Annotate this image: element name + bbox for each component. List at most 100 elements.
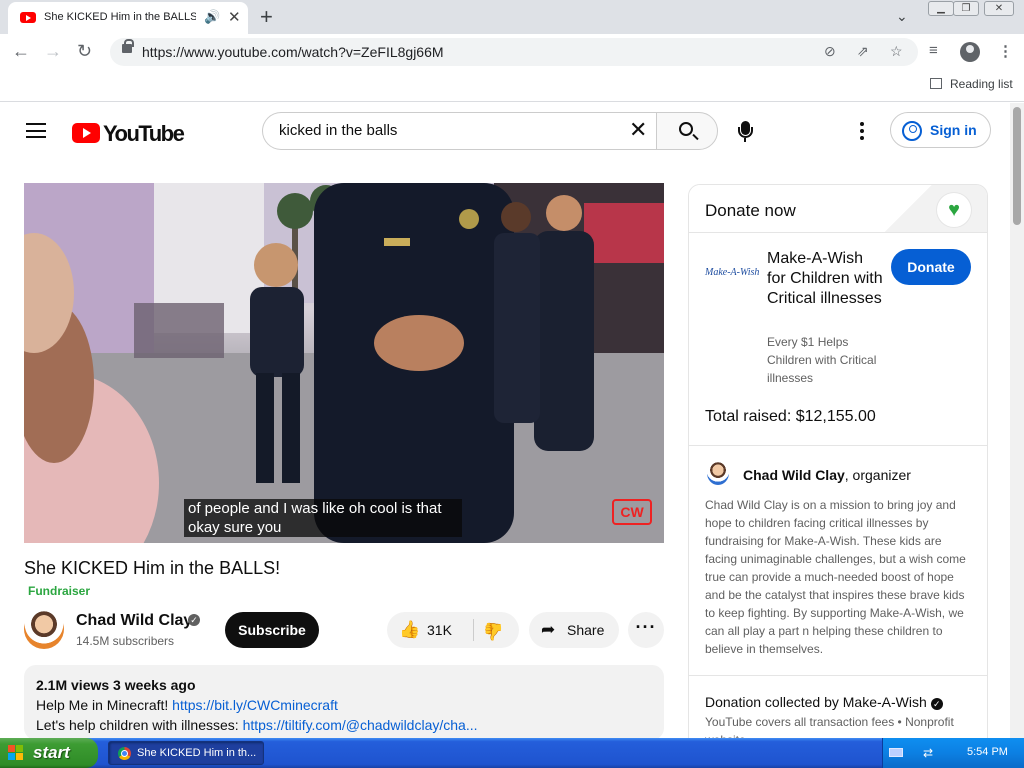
reading-list-icon [930,78,942,89]
video-description[interactable]: 2.1M views 3 weeks ago Help Me in Minecr… [24,665,664,740]
new-tab-icon[interactable]: + [260,4,273,30]
system-tray: ⇄ 5:54 PM [882,738,1024,768]
organizer-name: Chad Wild Clay [743,467,845,483]
like-divider [473,619,474,641]
share-button[interactable]: ➦ Share [529,612,619,648]
account-circle-icon [902,121,922,141]
verified-check-icon: ✓ [930,698,943,710]
fundraiser-badge[interactable]: Fundraiser [28,584,90,598]
fees-note: YouTube covers all transaction fees • No… [705,715,954,729]
fundraiser-story: Chad Wild Clay is on a mission to bring … [705,498,966,656]
youtube-play-icon [72,123,100,143]
donate-button[interactable]: Donate [891,249,971,285]
sign-in-label: Sign in [930,122,977,138]
description-text-2: Let's help children with illnesses: [36,717,243,733]
taskbar-window-title: She KICKED Him in th... [137,747,257,759]
browser-tab-strip: She KICKED Him in the BALLS! 🔊 ✕ + ⌄ ▁ ❐… [0,0,1024,34]
eye-slash-icon[interactable]: ⊘ [824,43,836,60]
youtube-wordmark: YouTube [103,121,185,146]
divider [689,675,987,676]
total-raised: Total raised: $12,155.00 [705,408,876,425]
organizer-suffix: , organizer [844,467,911,483]
lock-icon[interactable] [122,39,134,53]
address-bar[interactable]: https://www.youtube.com/watch?v=ZeFIL8gj… [110,38,918,66]
close-tab-icon[interactable]: ✕ [228,8,241,26]
bookmarks-bar: Reading list [0,70,1024,102]
bookmark-star-icon[interactable]: ☆ [890,43,903,60]
page-scrollbar[interactable] [1010,103,1024,738]
subscribe-button[interactable]: Subscribe [225,612,319,648]
profile-avatar-icon[interactable] [960,42,980,62]
sign-in-button[interactable]: Sign in [890,112,991,148]
youtube-masthead: YouTube kicked in the balls ✕ Sign in [0,103,1010,159]
caption-line-1: of people and I was like oh cool is that [188,500,442,517]
share-label: Share [567,622,605,638]
youtube-favicon-icon [20,12,36,23]
channel-avatar[interactable] [24,609,64,649]
start-button[interactable]: start [0,738,98,768]
keyboard-icon[interactable] [889,748,903,757]
description-line-1: Help Me in Minecraft! https://bit.ly/CWC… [36,697,338,713]
tiltify-link[interactable]: https://tiltify.com/@chadwildclay/cha... [243,717,478,733]
search-input[interactable]: kicked in the balls ✕ [262,112,656,150]
collected-by-text: Donation collected by Make-A-Wish [705,694,927,710]
network-icon[interactable]: ⇄ [923,746,945,760]
clear-search-icon[interactable]: ✕ [629,117,647,143]
close-window-icon[interactable]: ✕ [984,1,1014,16]
reading-list-label: Reading list [950,77,1013,91]
minecraft-link[interactable]: https://bit.ly/CWCminecraft [172,697,338,713]
chrome-icon [118,747,131,760]
donation-panel: Donate now ♥ Make-A-Wish Make-A-Wish for… [688,184,988,740]
charity-heart-icon: ♥ [937,193,971,227]
donation-header: Donate now ♥ [689,185,987,233]
search-icon [679,122,693,136]
taskbar-chrome-window[interactable]: She KICKED Him in th... [108,741,264,765]
video-frame [24,183,664,543]
url-text[interactable]: https://www.youtube.com/watch?v=ZeFIL8gj… [142,44,444,60]
dislike-thumb-icon[interactable]: 👍 [483,621,504,641]
share-arrow-icon: ➦ [541,620,556,639]
caption-line-2: okay sure you [188,519,282,536]
like-dislike-group: 👍 31K 👍 [387,612,519,648]
video-title: She KICKED Him in the BALLS! [24,558,281,578]
more-actions-icon[interactable]: ··· [628,612,664,648]
video-player[interactable]: of people and I was like oh cool is that… [24,183,664,543]
settings-more-icon[interactable] [860,122,864,143]
windows-flag-icon [8,745,24,761]
donate-now-heading: Donate now [705,201,796,220]
search-query-text[interactable]: kicked in the balls [279,122,397,139]
organizer-avatar [707,461,729,485]
reading-list-button[interactable]: Reading list [930,77,1013,91]
scrollbar-thumb[interactable] [1013,107,1021,225]
like-thumb-icon[interactable]: 👍 [399,620,420,640]
tab-title: She KICKED Him in the BALLS! [44,11,196,23]
browser-toolbar: ← → ↻ https://www.youtube.com/watch?v=Ze… [0,34,1024,70]
divider [689,445,987,446]
chrome-menu-icon[interactable]: ⋮ [998,42,1013,60]
speaker-icon[interactable]: 🔊 [204,9,220,25]
channel-watermark-logo[interactable]: CW [612,499,652,525]
channel-name[interactable]: Chad Wild Clay [76,612,192,630]
restore-window-icon[interactable]: ❐ [953,1,979,16]
reload-icon[interactable]: ↻ [77,41,92,62]
description-line-2: Let's help children with illnesses: http… [36,717,478,733]
verified-check-icon: ✓ [188,614,200,626]
clock[interactable]: 5:54 PM [967,746,1008,758]
views-and-date: 2.1M views 3 weeks ago [36,677,196,693]
search-button[interactable] [656,112,718,150]
like-count[interactable]: 31K [427,622,452,638]
forward-arrow-icon[interactable]: → [44,41,62,62]
collected-by-line: Donation collected by Make-A-Wish ✓ [705,694,943,710]
media-control-icon[interactable]: ≡ [929,42,938,59]
make-a-wish-logo: Make-A-Wish [705,267,760,278]
subscriber-count: 14.5M subscribers [76,634,175,648]
minimize-window-icon[interactable]: ▁ [928,1,954,16]
share-page-icon[interactable]: ⇗ [857,43,869,60]
hamburger-menu-icon[interactable] [26,123,46,138]
browser-tab[interactable]: She KICKED Him in the BALLS! 🔊 ✕ [8,2,248,34]
taskbar: start She KICKED Him in th... ⇄ 5:54 PM [0,738,1024,768]
start-label: start [33,743,70,762]
organizer-line: Chad Wild Clay, organizer [743,467,911,483]
back-arrow-icon[interactable]: ← [12,41,30,62]
tab-search-chevron-icon[interactable]: ⌄ [896,8,908,25]
